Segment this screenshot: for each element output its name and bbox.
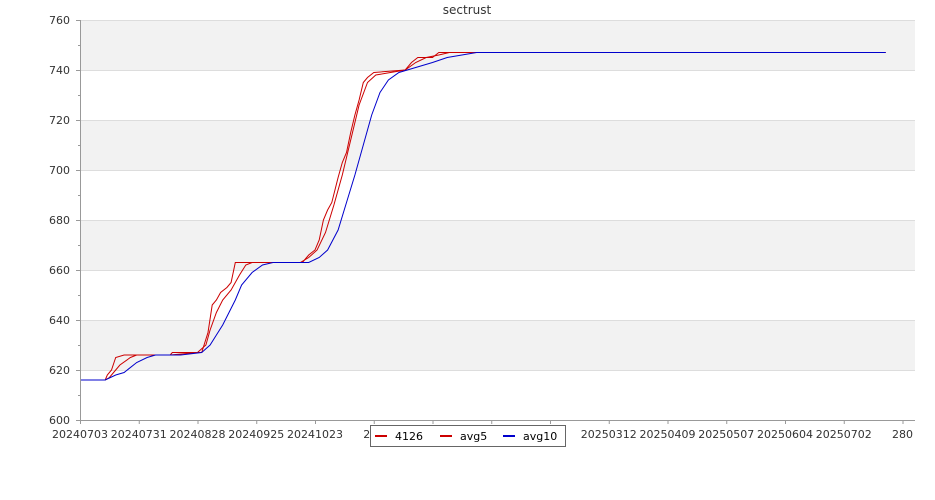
y-tick-label: 720	[49, 114, 70, 127]
y-axis-ticks: 600 620 640 660 680 700 720 740 760	[49, 14, 80, 427]
x-tick-label: 20250312	[581, 428, 637, 441]
x-tick-label: 20240731	[111, 428, 167, 441]
background-band	[80, 220, 915, 270]
background-band	[80, 20, 915, 70]
y-tick-label: 700	[49, 164, 70, 177]
chart-title: sectrust	[443, 3, 492, 17]
legend-label: 4126	[395, 430, 423, 443]
y-tick-label: 640	[49, 314, 70, 327]
x-tick-label: 20240925	[228, 428, 284, 441]
x-tick-label: 20250409	[640, 428, 696, 441]
x-tick-label: 20250604	[757, 428, 813, 441]
background-band	[80, 120, 915, 170]
y-tick-label: 740	[49, 64, 70, 77]
y-tick-label: 620	[49, 364, 70, 377]
y-tick-label: 760	[49, 14, 70, 27]
legend: 4126 avg5 avg10	[370, 425, 566, 447]
x-tick-label: 20240828	[170, 428, 226, 441]
x-tick-label: 20250507	[698, 428, 754, 441]
x-tick-label: 20240703	[52, 428, 108, 441]
line-chart: 600620640660680700720740760 20240703 2024…	[49, 3, 915, 447]
y-tick-label: 600	[49, 414, 70, 427]
x-tick-label: 20250702	[816, 428, 872, 441]
y-tick-label: 680	[49, 214, 70, 227]
legend-label: avg5	[460, 430, 487, 443]
x-tick-label: 20241023	[287, 428, 343, 441]
background-band	[80, 270, 915, 320]
y-tick-label: 660	[49, 264, 70, 277]
background-band	[80, 170, 915, 220]
background-band	[80, 370, 915, 420]
x-tick-label: 280	[892, 428, 913, 441]
background-band	[80, 70, 915, 120]
legend-label: avg10	[523, 430, 557, 443]
